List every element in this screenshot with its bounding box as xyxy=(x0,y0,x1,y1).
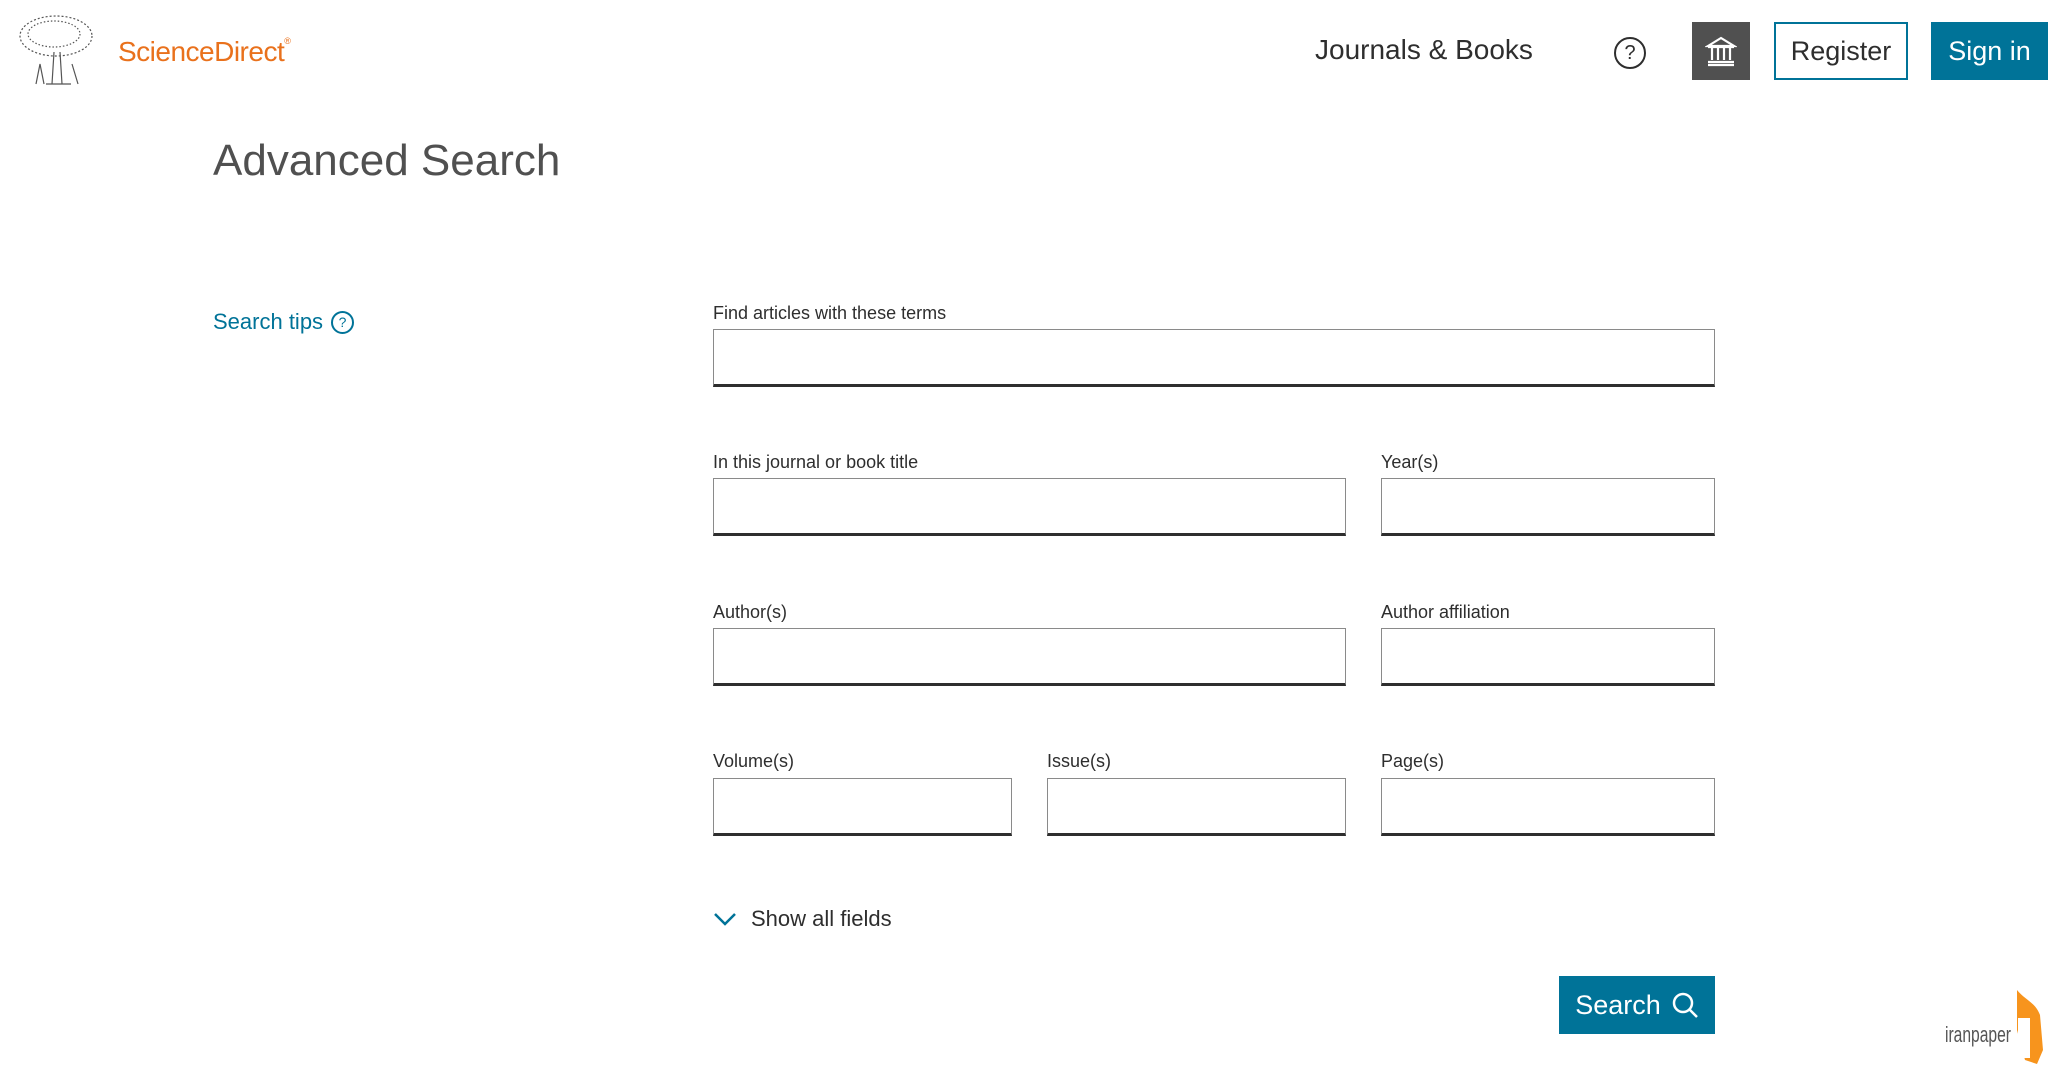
volumes-input[interactable] xyxy=(713,778,1012,836)
search-button[interactable]: Search xyxy=(1559,976,1715,1034)
sign-in-button[interactable]: Sign in xyxy=(1931,22,2048,80)
chevron-down-icon xyxy=(714,913,736,926)
institution-icon xyxy=(1705,36,1737,67)
journal-label: In this journal or book title xyxy=(713,452,919,472)
years-label: Year(s) xyxy=(1381,452,1439,472)
search-tips-link[interactable]: Search tips ? xyxy=(213,309,355,335)
affiliation-input[interactable] xyxy=(1381,628,1715,686)
register-button[interactable]: Register xyxy=(1774,22,1908,80)
volumes-label: Volume(s) xyxy=(713,751,795,771)
help-icon[interactable]: ? xyxy=(1614,37,1646,69)
iranpaper-watermark-logo: iranpaper xyxy=(1945,990,2045,1065)
issues-label: Issue(s) xyxy=(1047,751,1112,771)
show-all-fields-toggle[interactable]: Show all fields xyxy=(713,906,892,932)
affiliation-label: Author affiliation xyxy=(1381,602,1510,622)
pages-input[interactable] xyxy=(1381,778,1715,836)
terms-label: Find articles with these terms xyxy=(713,303,947,323)
question-circle-icon: ? xyxy=(331,310,355,334)
years-input[interactable] xyxy=(1381,478,1715,536)
page-title: Advanced Search xyxy=(213,136,561,185)
authors-input[interactable] xyxy=(713,628,1346,686)
pages-label: Page(s) xyxy=(1381,751,1445,771)
elsevier-tree-logo[interactable] xyxy=(16,14,96,88)
journals-books-link[interactable]: Journals & Books xyxy=(1315,34,1533,66)
authors-label: Author(s) xyxy=(713,602,788,622)
issues-input[interactable] xyxy=(1047,778,1346,836)
institution-button[interactable] xyxy=(1692,22,1750,80)
sciencedirect-logo[interactable]: ScienceDirect® xyxy=(118,36,291,68)
terms-input[interactable] xyxy=(713,329,1715,387)
search-icon xyxy=(1672,992,1698,1018)
svg-text:iranpaper: iranpaper xyxy=(1945,1022,2011,1047)
journal-input[interactable] xyxy=(713,478,1346,536)
